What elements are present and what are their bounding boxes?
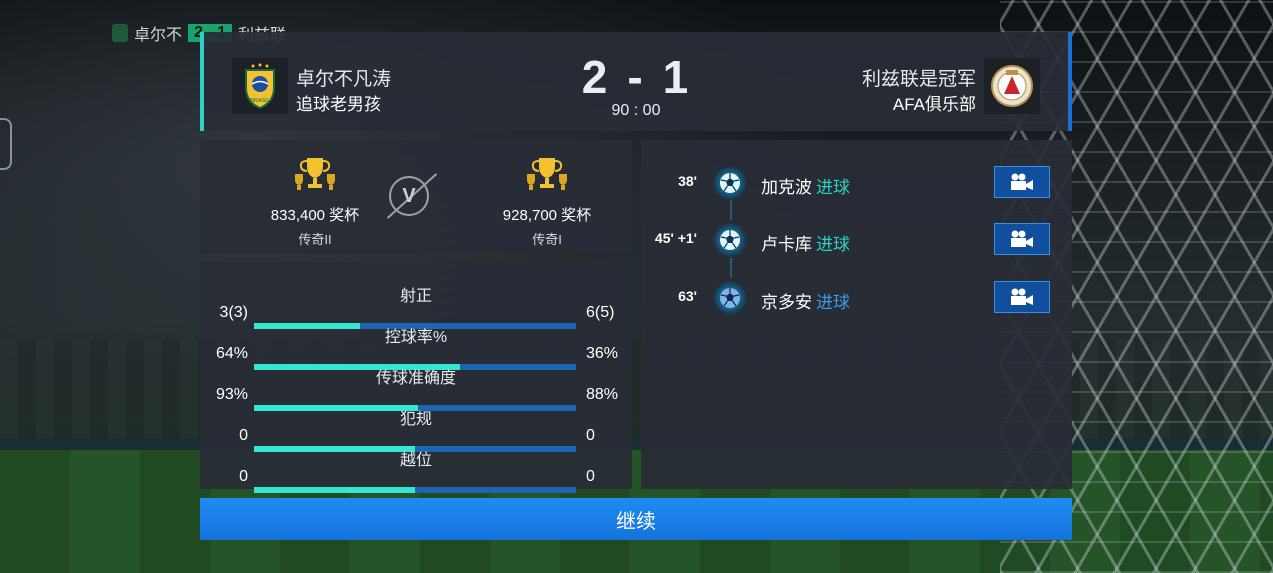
event-type: 进球 xyxy=(816,293,850,312)
away-team-logo xyxy=(984,58,1040,114)
goal-event: 45' +1' 卢卡库 进球 xyxy=(641,220,1072,260)
stat-label: 越位 xyxy=(399,452,432,469)
stat-home-value: 0 xyxy=(239,468,248,485)
stat-bar-home-fill xyxy=(254,487,415,493)
trophy-icon xyxy=(462,156,632,194)
replay-camera-button[interactable] xyxy=(994,223,1050,255)
goal-event: 38' 加克波 进球 xyxy=(641,163,1072,203)
event-player: 京多安 进球 xyxy=(761,293,850,312)
video-camera-icon xyxy=(1011,230,1033,247)
club-crest-icon xyxy=(991,65,1033,107)
trophy-panel: 833,400 奖杯 传奇II V 928,700 奖杯 传奇I xyxy=(200,140,632,253)
stat-away-value: 6(5) xyxy=(586,304,615,321)
away-club-name: AFA俱乐部 xyxy=(892,95,976,114)
soccer-ball-icon xyxy=(713,281,747,315)
stat-home-value: 93% xyxy=(215,386,248,403)
stat-home-value: 0 xyxy=(239,427,248,444)
soccer-ball-icon xyxy=(713,223,747,257)
stat-away-value: 88% xyxy=(586,386,619,403)
video-camera-icon xyxy=(1011,288,1033,305)
stat-away-value: 0 xyxy=(586,468,595,485)
soccer-ball-icon xyxy=(713,166,747,200)
away-rank: 传奇I xyxy=(532,232,562,247)
stat-home-value: 64% xyxy=(215,345,248,362)
home-trophies: 833,400 奖杯 传奇II xyxy=(230,156,400,248)
stat-label: 犯规 xyxy=(399,411,432,428)
stat-row-possession: 控球率% 64% 36% xyxy=(200,323,632,370)
event-type: 进球 xyxy=(816,235,850,254)
home-mini-badge-icon xyxy=(112,24,128,42)
goal-event: 63' 京多安 进球 xyxy=(641,278,1072,318)
stat-label: 射正 xyxy=(399,288,432,305)
replay-camera-button[interactable] xyxy=(994,166,1050,198)
event-player: 加克波 进球 xyxy=(761,178,850,197)
side-handle[interactable] xyxy=(0,118,12,170)
stat-away-value: 36% xyxy=(586,345,619,362)
continue-button[interactable]: 继续 xyxy=(200,498,1072,540)
stat-label: 传球准确度 xyxy=(375,370,456,387)
stat-row-offsides: 越位 0 0 xyxy=(200,446,632,493)
stat-row-fouls: 犯规 0 0 xyxy=(200,405,632,452)
stat-row-shots-on-target: 射正 3(3) 6(5) xyxy=(200,282,632,329)
event-minute: 45' +1' xyxy=(654,230,697,246)
event-type: 进球 xyxy=(816,178,850,197)
video-camera-icon xyxy=(1011,173,1033,190)
event-minute: 63' xyxy=(678,288,697,304)
event-minute: 38' xyxy=(678,173,697,189)
replay-camera-button[interactable] xyxy=(994,281,1050,313)
home-rank: 传奇II xyxy=(298,232,332,247)
stat-label: 控球率% xyxy=(384,329,448,346)
timeline-connector xyxy=(730,258,732,278)
ticker-home-name: 卓尔不 xyxy=(134,27,183,44)
vs-icon: V xyxy=(389,176,429,216)
stat-away-value: 0 xyxy=(586,427,595,444)
stat-row-pass-accuracy: 传球准确度 93% 88% xyxy=(200,364,632,411)
away-trophy-points: 928,700 奖杯 xyxy=(502,207,592,224)
timeline-connector xyxy=(730,200,732,220)
away-player-name: 利兹联是冠军 xyxy=(861,69,976,90)
away-trophies: 928,700 奖杯 传奇I xyxy=(462,156,632,248)
match-header: BRASIL 卓尔不凡涛 追球老男孩 2-1 90 : 00 利兹联是冠军 AF… xyxy=(200,32,1072,131)
stat-bar xyxy=(254,487,576,493)
stat-home-value: 3(3) xyxy=(219,304,248,321)
home-trophy-points: 833,400 奖杯 xyxy=(270,207,360,224)
match-stats-panel: 射正 3(3) 6(5) 控球率% 64% 36% 传球准确度 93% 88% … xyxy=(200,262,632,493)
event-player: 卢卡库 进球 xyxy=(761,235,850,254)
trophy-icon xyxy=(230,156,400,194)
match-events-panel: 38' 加克波 进球 45' +1' 卢卡库 进球 63' 京多安 进球 xyxy=(641,140,1072,489)
